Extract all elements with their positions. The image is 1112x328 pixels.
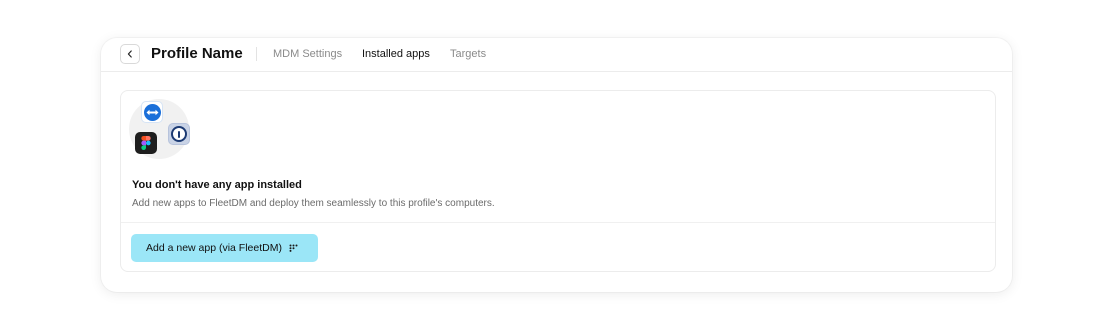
- fleetdm-logo-icon: [289, 244, 299, 252]
- add-app-button-label: Add a new app (via FleetDM): [146, 242, 282, 254]
- tab-installed-apps[interactable]: Installed apps: [362, 46, 430, 62]
- header-divider: [256, 47, 257, 61]
- empty-state-title: You don't have any app installed: [132, 179, 302, 191]
- add-app-button[interactable]: Add a new app (via FleetDM): [131, 234, 318, 262]
- profile-header: Profile Name MDM Settings Installed apps…: [101, 38, 1012, 72]
- tab-targets[interactable]: Targets: [450, 46, 486, 62]
- page-title: Profile Name: [151, 45, 243, 62]
- profile-card: Profile Name MDM Settings Installed apps…: [101, 38, 1012, 292]
- tab-mdm-settings[interactable]: MDM Settings: [273, 46, 342, 62]
- figma-icon: [135, 132, 157, 154]
- back-button[interactable]: [120, 44, 140, 64]
- empty-state-description: Add new apps to FleetDM and deploy them …: [132, 198, 495, 209]
- teamviewer-icon: [141, 101, 163, 123]
- chevron-left-icon: [127, 50, 132, 58]
- 1password-icon: [168, 123, 190, 145]
- panel-divider: [121, 222, 995, 223]
- installed-apps-panel: You don't have any app installed Add new…: [120, 90, 996, 272]
